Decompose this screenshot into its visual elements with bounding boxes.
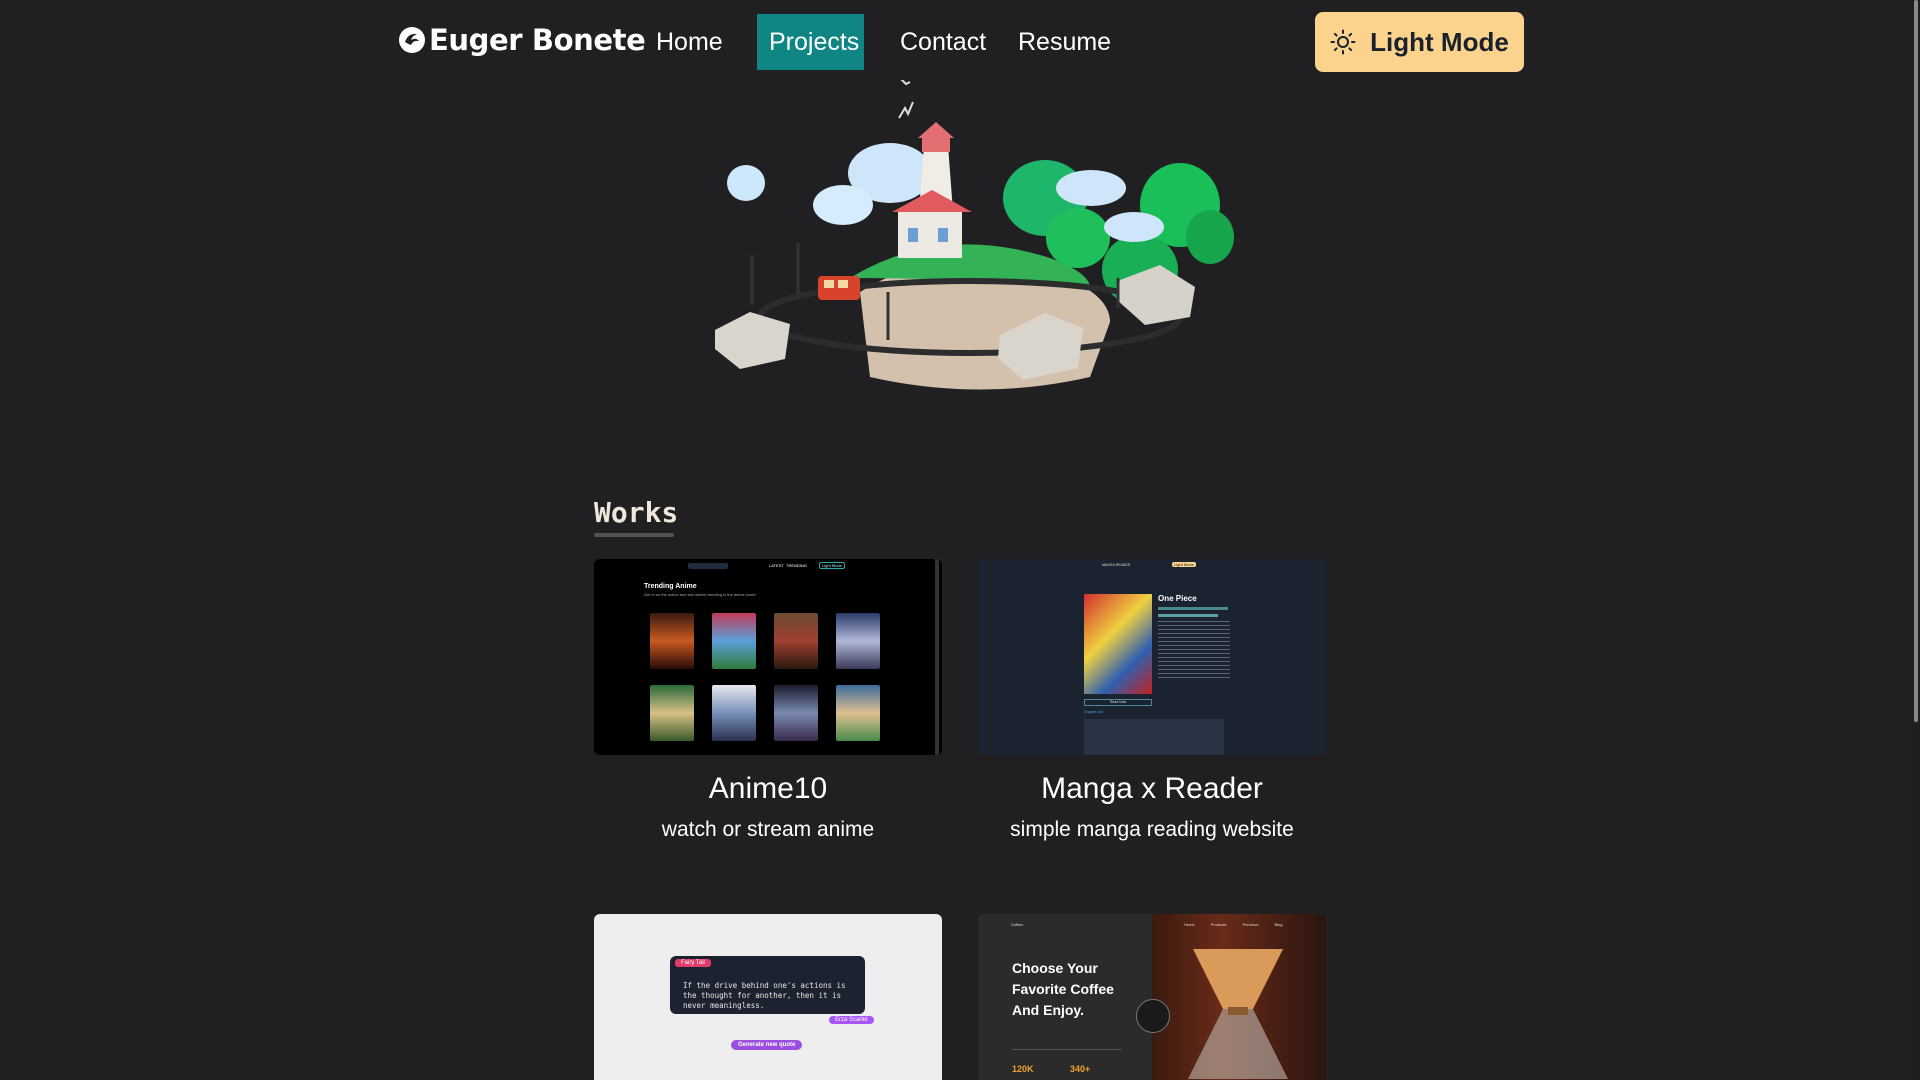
lighthouse-island-illustration [715, 80, 1234, 390]
anime10-thumbnail[interactable]: LATEST TRENDING Light Mode Trending Anim… [594, 559, 942, 755]
anime-scrollbar [935, 559, 939, 755]
anime-subheading: Get in on the action and see what's tren… [644, 592, 756, 597]
anime-poster [774, 613, 818, 669]
order-badge [1136, 999, 1170, 1033]
anime-poster [774, 685, 818, 741]
series-tag: Fairy Tail [675, 959, 711, 967]
top-nav: Euger Bonete Home Projects Contact Resum… [0, 0, 1920, 86]
manga-brand: MANGA READER [1102, 563, 1131, 567]
manga-reader-thumbnail[interactable]: MANGA READER Light Mode One Piece Read N… [978, 559, 1326, 755]
generate-quote-btn: Generate new quote [731, 1040, 803, 1050]
nav-link-home[interactable]: Home [644, 14, 735, 70]
project-description: watch or stream anime [661, 818, 875, 841]
project-card-anime10[interactable]: LATEST TRENDING Light Mode Trending Anim… [594, 559, 942, 842]
project-card-coffee-landing[interactable]: Coffee. Home Products Premium Blog Choose Y… [978, 914, 1326, 1080]
manga-cover [1084, 594, 1152, 694]
anime-mode-btn: Light Mode [819, 562, 845, 569]
anime-poster [650, 685, 694, 741]
light-mode-button[interactable]: Light Mode [1315, 12, 1524, 72]
sun-icon [1330, 29, 1356, 55]
coffee-stat: 340+ [1070, 1064, 1091, 1074]
manga-chapter-label: Chapter List [1084, 710, 1103, 714]
anime-poster [712, 685, 756, 741]
nav-link-resume[interactable]: Resume [1006, 14, 1123, 70]
anime-nav: LATEST TRENDING [769, 563, 807, 568]
quote-text: If the drive behind one's actions is the… [683, 981, 846, 1010]
manga-synopsis [1158, 621, 1230, 681]
manga-chapter-table [1084, 719, 1224, 755]
coffee-headline: Choose Your Favorite Coffee And Enjoy. [1012, 960, 1114, 1018]
anime-poster [650, 613, 694, 669]
coffee-landing-thumbnail[interactable]: Coffee. Home Products Premium Blog Choose Y… [978, 914, 1326, 1080]
anime-poster [836, 685, 880, 741]
anime-search-bar [688, 563, 728, 569]
anime-poster [836, 613, 880, 669]
manga-mode-btn: Light Mode [1172, 562, 1196, 567]
coffee-brand: Coffee. [1011, 922, 1024, 927]
works-heading-underline [594, 533, 674, 537]
project-card-manga-x-reader[interactable]: MANGA READER Light Mode One Piece Read N… [978, 559, 1326, 842]
paw-logo-icon [399, 27, 425, 53]
anime-poster [712, 613, 756, 669]
project-title: Anime10 [708, 772, 828, 805]
coffee-nav: Home Products Premium Blog [1184, 922, 1283, 927]
manga-meta-line [1158, 614, 1218, 617]
chemex-illustration [1188, 949, 1288, 1079]
brand-logo-link[interactable]: Euger Bonete [397, 23, 646, 57]
project-title: Manga x Reader [1041, 772, 1263, 805]
character-tag: Erza Scarlet [829, 1016, 874, 1024]
manga-meta-line [1158, 607, 1228, 610]
light-mode-label: Light Mode [1370, 26, 1509, 57]
nav-link-contact[interactable]: Contact [888, 14, 998, 70]
manga-read-btn: Read Now [1084, 699, 1152, 706]
coffee-divider [1012, 1049, 1122, 1050]
brand-name: Euger Bonete [429, 23, 646, 57]
project-card-quote-generator[interactable]: Fairy Tail If the drive behind one's act… [594, 914, 942, 1080]
coffee-stat: 120K [1012, 1064, 1034, 1074]
works-heading: Works [594, 496, 679, 529]
manga-title: One Piece [1158, 594, 1197, 603]
project-description: simple manga reading website [1010, 818, 1294, 841]
page-scrollbar-thumb[interactable] [1914, 0, 1918, 722]
nav-link-projects[interactable]: Projects [757, 14, 864, 70]
anime-heading: Trending Anime [644, 583, 697, 590]
quote-generator-thumbnail[interactable]: Fairy Tail If the drive behind one's act… [594, 914, 942, 1080]
